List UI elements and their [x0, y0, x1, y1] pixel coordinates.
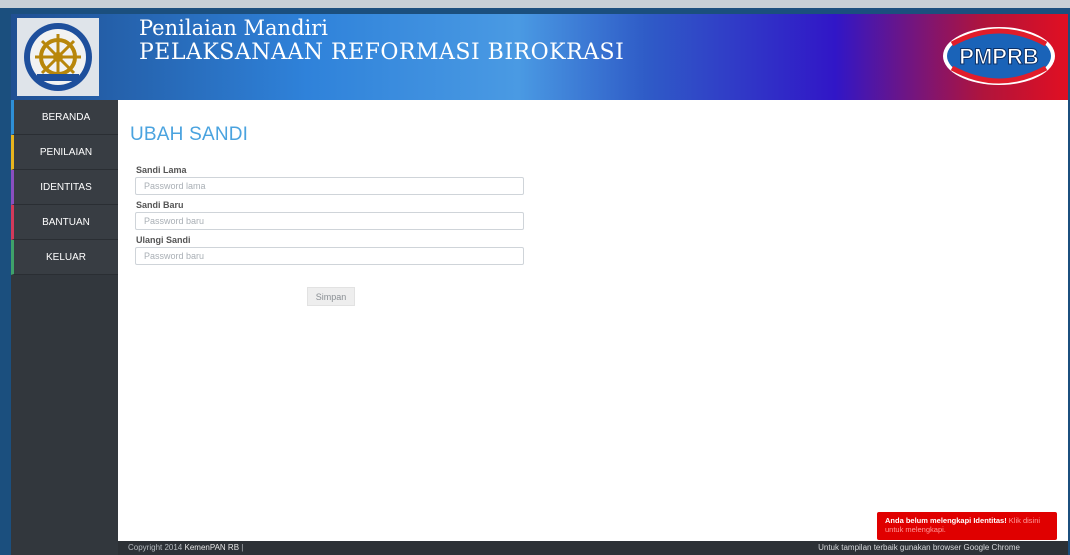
sidebar-item-penilaian[interactable]: PENILAIAN [11, 135, 118, 170]
header-title-line2: PELAKSANAAN REFORMASI BIROKRASI [139, 40, 625, 65]
sidebar-item-keluar[interactable]: KELUAR [11, 240, 118, 275]
identity-alert-text: Anda belum melengkapi Identitas! [885, 516, 1007, 525]
footer-brand-link[interactable]: KemenPAN RB [185, 543, 240, 552]
new-password-input[interactable] [135, 212, 524, 230]
repeat-password-input[interactable] [135, 247, 524, 265]
sidebar-item-bantuan[interactable]: BANTUAN [11, 205, 118, 240]
old-password-input[interactable] [135, 177, 524, 195]
main-content: UBAH SANDI Sandi Lama Sandi Baru Ulangi … [118, 100, 1068, 541]
repeat-password-label: Ulangi Sandi [136, 235, 191, 245]
ship-wheel-emblem-icon [17, 18, 99, 96]
footer-copyright: Copyright 2014 KemenPAN RB | [128, 543, 243, 552]
browser-top-strip [0, 0, 1070, 8]
footer-browser-note: Untuk tampilan terbaik gunakan browser G… [818, 543, 1020, 552]
footer-separator: | [241, 543, 244, 552]
footer-copyright-text: Copyright 2014 [128, 543, 183, 552]
sidebar: BERANDA PENILAIAN IDENTITAS BANTUAN KELU… [11, 100, 118, 555]
sidebar-item-beranda[interactable]: BERANDA [11, 100, 118, 135]
page-title: UBAH SANDI [130, 124, 249, 145]
pmprb-logo: PMPRB [940, 24, 1058, 88]
header-title-line1: Penilaian Mandiri [139, 16, 328, 40]
save-button[interactable]: Simpan [307, 287, 355, 306]
pmprb-logo-text: PMPRB [959, 44, 1038, 69]
old-password-label: Sandi Lama [136, 165, 187, 175]
identity-alert[interactable]: Anda belum melengkapi Identitas! Klik di… [877, 512, 1057, 540]
footer: Copyright 2014 KemenPAN RB | Untuk tampi… [118, 541, 1068, 555]
site-header: Penilaian Mandiri PELAKSANAAN REFORMASI … [11, 14, 1068, 100]
sidebar-item-identitas[interactable]: IDENTITAS [11, 170, 118, 205]
new-password-label: Sandi Baru [136, 200, 184, 210]
